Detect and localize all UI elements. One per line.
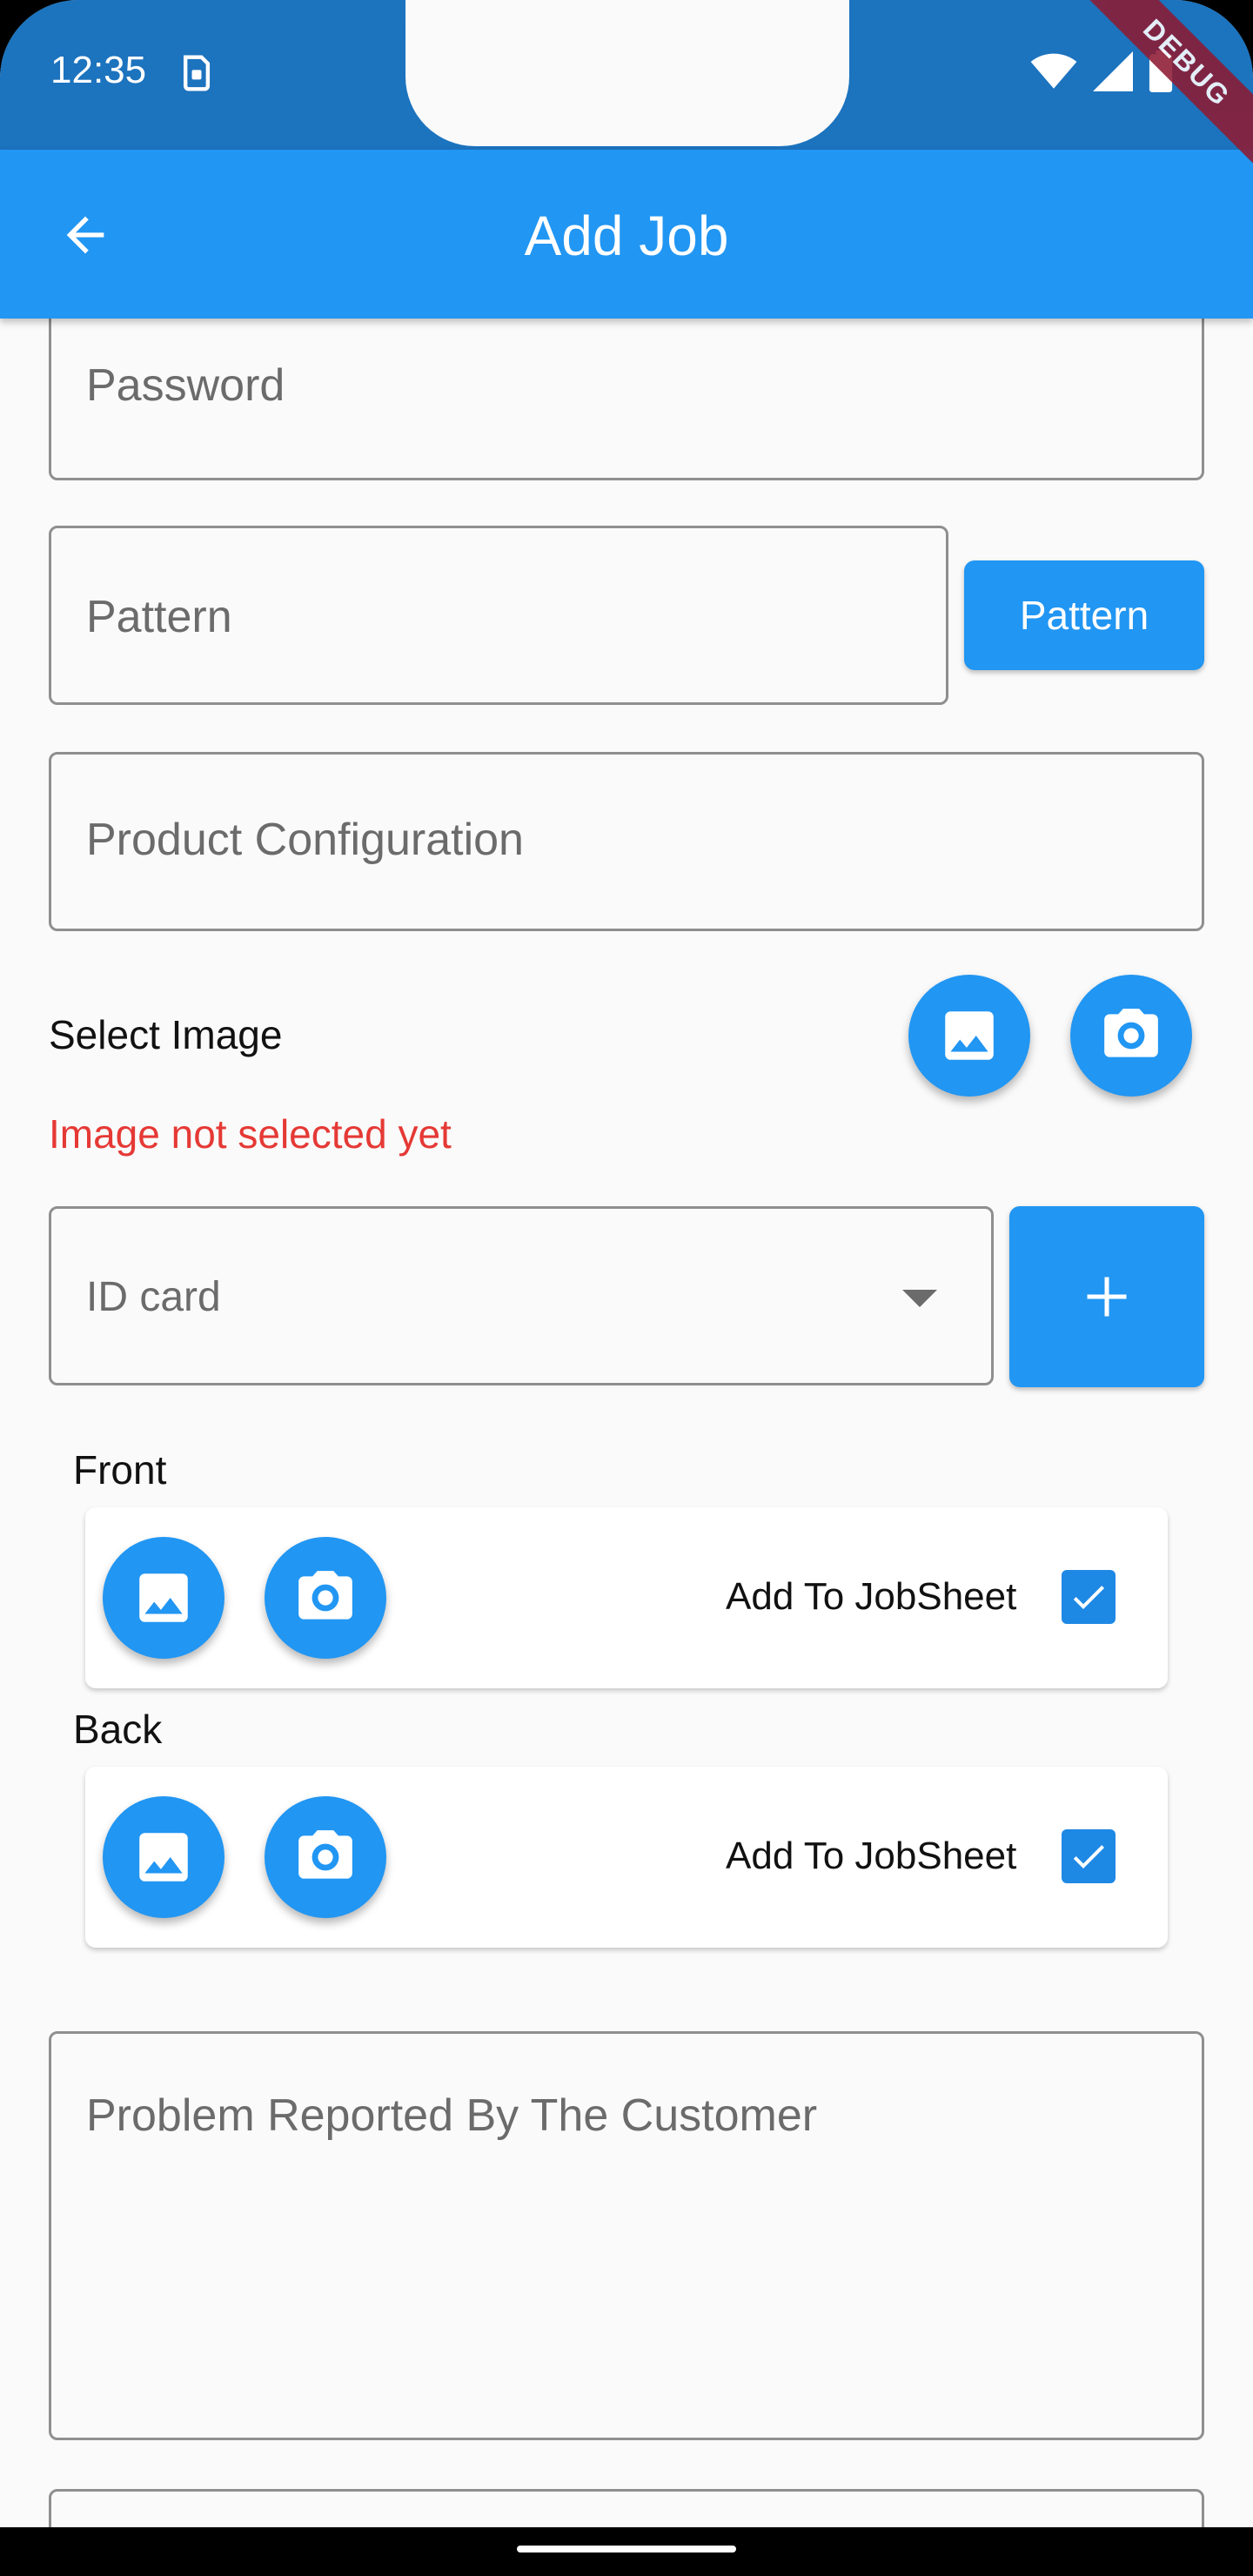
select-image-label: Select Image [49,1012,283,1057]
camera-button[interactable] [1070,975,1192,1097]
back-add-to-jobsheet-label: Add To JobSheet [726,1835,1017,1877]
add-id-button[interactable] [1009,1206,1204,1387]
gallery-button[interactable] [908,975,1030,1097]
front-add-to-jobsheet-checkbox[interactable] [1062,1570,1116,1624]
image-icon [139,1833,188,1882]
image-icon [139,1573,188,1622]
id-type-dropdown[interactable]: ID card [49,1206,994,1385]
back-add-to-jobsheet-checkbox[interactable] [1062,1829,1116,1883]
problem-reported-field[interactable]: Problem Reported By The Customer [49,2031,1204,2440]
pattern-label: Pattern [86,592,232,642]
product-configuration-field[interactable]: Product Configuration [49,752,1204,931]
status-bar: 12:35 [0,0,1253,150]
front-add-to-jobsheet-label: Add To JobSheet [726,1575,1017,1618]
camera-icon [298,1830,352,1879]
signal-icon [1093,51,1133,91]
pattern-button[interactable]: Pattern [964,560,1204,670]
image-icon [945,1011,994,1060]
front-camera-button[interactable] [265,1537,386,1659]
check-icon [1073,1586,1104,1609]
page-title: Add Job [524,205,729,267]
back-camera-button[interactable] [265,1796,386,1918]
back-label: Back [73,1707,163,1752]
front-gallery-button[interactable] [103,1537,224,1659]
image-error-text: Image not selected yet [49,1111,452,1157]
status-time: 12:35 [50,49,147,91]
camera-icon [1104,1009,1158,1057]
front-image-card: Add To JobSheet [85,1507,1168,1688]
wifi-icon [1030,53,1077,89]
pattern-button-label: Pattern [1019,593,1149,638]
check-icon [1073,1845,1104,1868]
dropdown-arrow-icon [902,1290,937,1307]
password-field[interactable]: Password [49,296,1204,480]
home-gesture-handle[interactable] [517,2546,736,2553]
id-type-value: ID card [86,1274,221,1320]
back-image-card: Add To JobSheet [85,1767,1168,1948]
screen: 12:35 DEBUG Add Job Password Pattern Pat… [0,0,1253,2576]
app-bar: Add Job [0,150,1253,319]
problem-reported-label: Problem Reported By The Customer [86,2090,818,2141]
password-label: Password [86,360,285,411]
plus-icon [1087,1277,1127,1317]
front-label: Front [73,1447,167,1493]
pattern-field[interactable]: Pattern [49,526,948,705]
camera-notch [405,0,849,146]
product-configuration-label: Product Configuration [86,815,524,865]
sim-icon [183,55,211,91]
camera-icon [298,1571,352,1620]
back-gallery-button[interactable] [103,1796,224,1918]
